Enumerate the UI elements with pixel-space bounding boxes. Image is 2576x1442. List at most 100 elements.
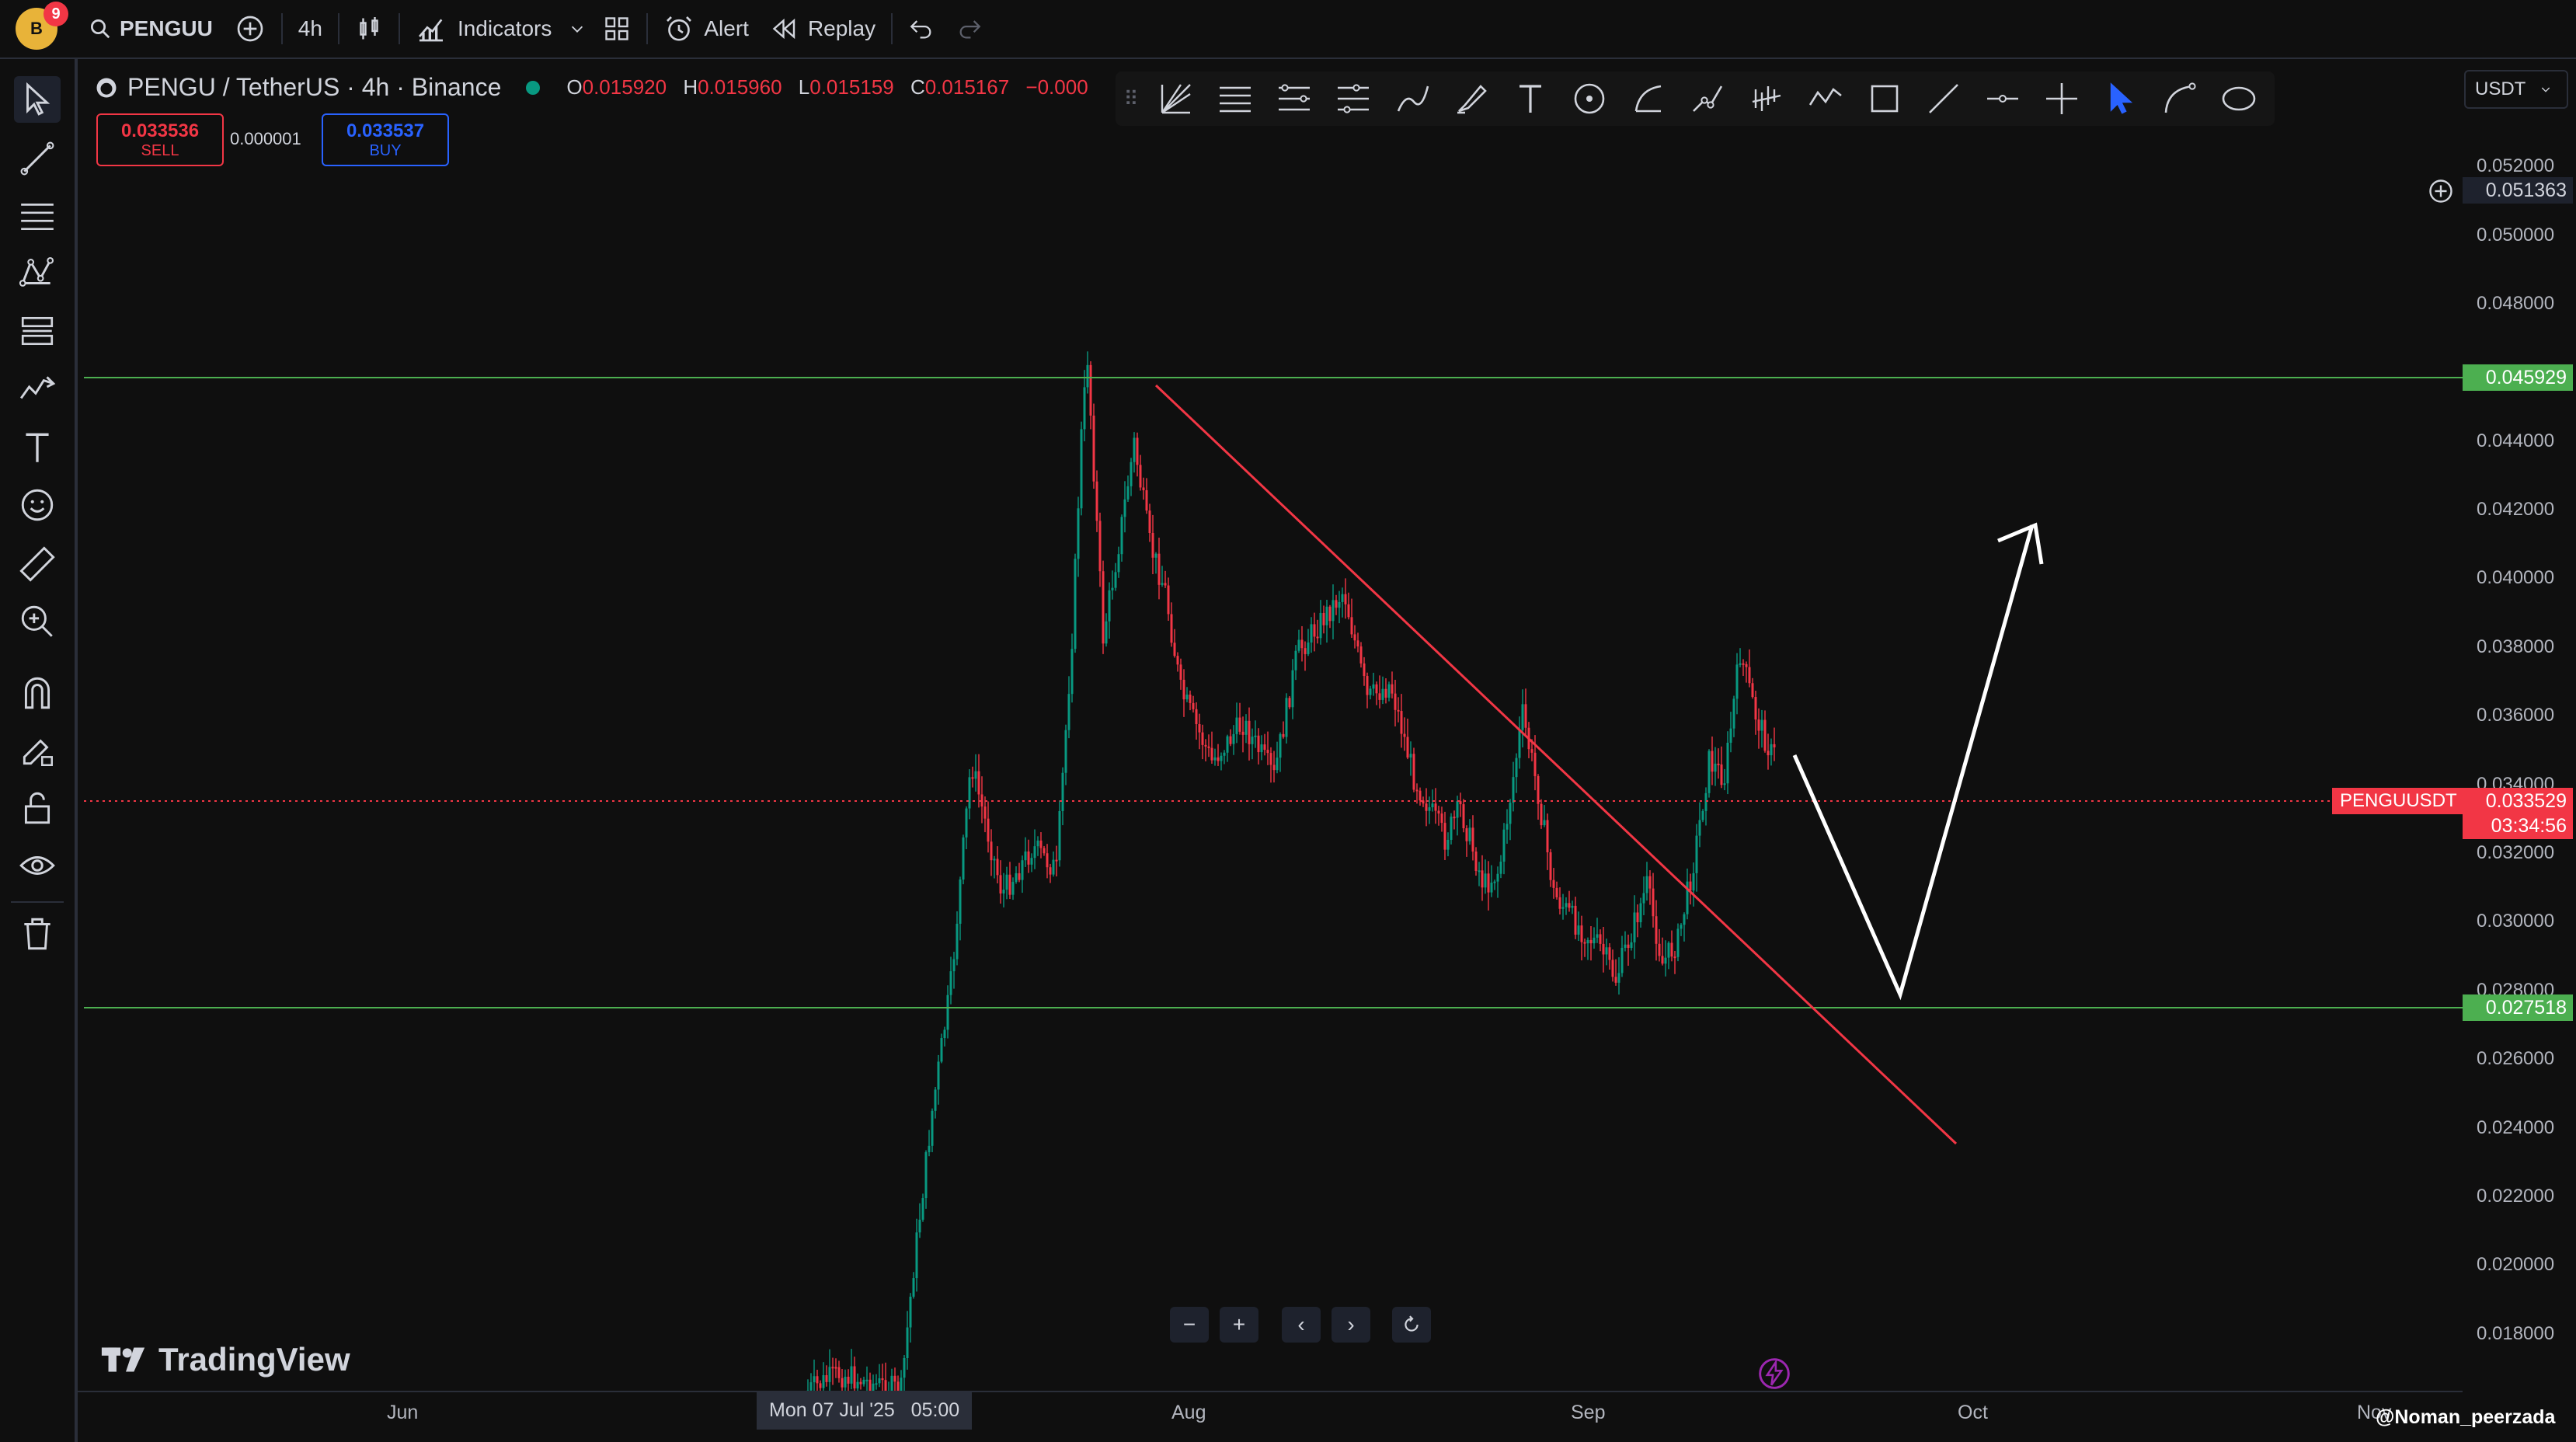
fib-fan-tool[interactable] xyxy=(1147,71,1206,126)
candle-body xyxy=(1670,942,1673,957)
ellipse-tool[interactable] xyxy=(2209,71,2268,126)
line-icon xyxy=(1929,84,1958,113)
line-tool[interactable] xyxy=(1914,71,1973,126)
zigzag-tool[interactable] xyxy=(1796,71,1855,126)
candle-body xyxy=(1478,870,1481,873)
candle-body xyxy=(1568,903,1571,908)
candle-body xyxy=(928,1145,931,1152)
candle-body xyxy=(1083,387,1086,430)
candle-body xyxy=(1043,848,1046,854)
circle-tool[interactable] xyxy=(1560,71,1619,126)
add-alert-icon[interactable] xyxy=(2427,177,2455,205)
candle-body xyxy=(1506,824,1509,830)
elliott-wave-tool[interactable] xyxy=(1737,71,1796,126)
candle-body xyxy=(1036,840,1039,847)
candle-body xyxy=(822,1374,825,1388)
candle-body xyxy=(903,1357,906,1378)
zoom-in-button[interactable]: + xyxy=(1220,1307,1258,1343)
buy-button[interactable]: 0.033537 BUY xyxy=(322,113,449,166)
candle-body xyxy=(1164,583,1167,586)
candle-body xyxy=(940,1038,943,1062)
candle-body xyxy=(946,994,949,1030)
candle-body xyxy=(1474,852,1478,871)
fib-levels-tool[interactable] xyxy=(1206,71,1265,126)
floating-drawing-toolbar: ⠿ xyxy=(1116,71,2275,126)
reset-chart-button[interactable] xyxy=(1392,1307,1431,1343)
horizontal-ray-tool[interactable] xyxy=(1973,71,2032,126)
candle-body xyxy=(1154,553,1157,558)
candle-body xyxy=(1406,737,1409,758)
candle-body xyxy=(1005,874,1008,890)
price-tick: 0.030000 xyxy=(2477,911,2555,932)
candle-body xyxy=(1344,594,1347,604)
candle-body xyxy=(1620,947,1624,974)
candle-body xyxy=(809,1382,813,1391)
candle-body xyxy=(1378,693,1381,700)
cursor-arrow-icon xyxy=(2110,82,2133,114)
time-axis-border xyxy=(78,1391,2463,1392)
path-tool[interactable] xyxy=(1678,71,1737,126)
candle-body xyxy=(831,1367,834,1369)
cross-line-tool[interactable] xyxy=(2032,71,2091,126)
candle-body xyxy=(1732,698,1735,729)
time-tick: Aug xyxy=(1171,1402,1206,1423)
scroll-left-button[interactable]: ‹ xyxy=(1282,1307,1321,1343)
currency-select[interactable]: USDT xyxy=(2464,70,2568,109)
candle-body xyxy=(1189,695,1192,703)
candle-body xyxy=(1462,804,1465,829)
symbol-title[interactable]: PENGU / TetherUS · 4h · Binance xyxy=(127,73,501,102)
candle-body xyxy=(1198,724,1201,733)
scroll-right-button[interactable]: › xyxy=(1332,1307,1370,1343)
fib-channel-tool[interactable] xyxy=(1265,71,1324,126)
candle-body xyxy=(1431,803,1434,808)
candle-body xyxy=(1307,642,1310,654)
candle-body xyxy=(1717,763,1720,765)
drag-handle[interactable]: ⠿ xyxy=(1116,71,1147,126)
candle-body xyxy=(1549,852,1552,880)
candle-body xyxy=(1185,695,1189,700)
candle-body xyxy=(1763,719,1767,751)
candle-body xyxy=(1583,942,1586,944)
candle-body xyxy=(1130,462,1133,486)
candle-body xyxy=(1726,742,1729,784)
candle-body xyxy=(1434,803,1437,811)
candle-body xyxy=(1658,943,1661,956)
candle-body xyxy=(1207,746,1210,748)
lightning-icon[interactable] xyxy=(1757,1357,1791,1391)
candle-body xyxy=(1484,873,1487,888)
candle-body xyxy=(1226,736,1229,753)
candle-body xyxy=(1683,914,1686,925)
fib-extension-tool[interactable] xyxy=(1324,71,1383,126)
price-tick: 0.042000 xyxy=(2477,499,2555,520)
pen-curve-icon xyxy=(1397,85,1429,112)
candle-body xyxy=(1033,846,1036,859)
text-tool-2[interactable] xyxy=(1501,71,1560,126)
candle-body xyxy=(841,1378,844,1388)
candle-body xyxy=(865,1379,869,1381)
rectangle-tool[interactable] xyxy=(1855,71,1914,126)
candle-body xyxy=(1648,876,1652,889)
candle-body xyxy=(1322,612,1325,625)
candle-body xyxy=(924,1151,928,1199)
candle-body xyxy=(1291,670,1294,708)
candle-body xyxy=(1384,688,1387,698)
candle-body xyxy=(834,1367,837,1369)
parallel-lines-icon xyxy=(1220,86,1251,113)
zoom-out-button[interactable]: − xyxy=(1170,1307,1209,1343)
price-chart[interactable] xyxy=(0,0,2576,1442)
projection-path xyxy=(1792,524,2035,1001)
arc-tool[interactable] xyxy=(1619,71,1678,126)
pen-tool[interactable] xyxy=(1383,71,1442,126)
selected-cursor-tool[interactable] xyxy=(2091,71,2150,126)
price-axis[interactable]: 0.052000 0.050000 0.048000 0.044000 0.04… xyxy=(2463,117,2576,1398)
brush-tool-2[interactable] xyxy=(1442,71,1501,126)
candle-body xyxy=(862,1379,865,1385)
candle-body xyxy=(1661,956,1664,964)
sell-button[interactable]: 0.033536 SELL xyxy=(96,113,224,166)
candles-pattern-icon xyxy=(1752,86,1781,111)
candle-body xyxy=(1465,828,1468,841)
candle-body xyxy=(934,1089,937,1111)
curve-tool[interactable] xyxy=(2150,71,2209,126)
candle-body xyxy=(1636,912,1639,922)
candle-body xyxy=(1313,624,1316,637)
